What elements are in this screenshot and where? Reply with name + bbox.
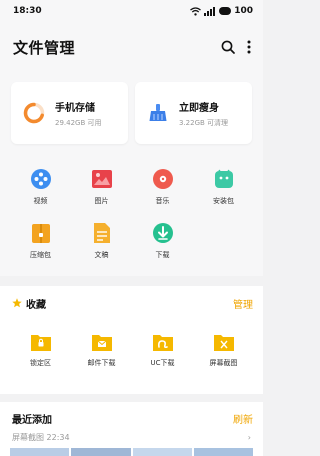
category-label: 音乐 (155, 197, 170, 205)
header-actions (221, 40, 251, 54)
image-icon (91, 170, 112, 188)
favorite-label: 邮件下载 (87, 359, 116, 367)
lock-folder-icon (30, 335, 51, 351)
storage-cards: 手机存储 29.42GB 可用 立即瘦身 3.22GB 可清理 (0, 72, 263, 154)
status-icons: 100 (190, 6, 253, 16)
chevron-right-icon: › (247, 432, 251, 442)
category-music[interactable]: 音乐 (132, 168, 193, 222)
battery-icon (219, 7, 232, 15)
category-grid: 视频 图片 音乐 安装包 压缩包 文稿 下载 (0, 154, 263, 276)
thumbnail[interactable] (132, 448, 192, 456)
favorites-grid: 锁定区 邮件下载 UC下载 屏幕截图 (0, 320, 263, 368)
page-title: 文件管理 (13, 38, 76, 57)
favorite-label: 屏幕截图 (209, 359, 238, 367)
recent-header: 最近添加 刷新 (0, 402, 263, 430)
favorites-section: 收藏 管理 锁定区 邮件下载 UC下载 屏幕截图 (0, 286, 263, 394)
category-document[interactable]: 文稿 (71, 222, 132, 276)
recent-group[interactable]: 屏幕截图 22:34 › (0, 430, 263, 444)
signal-icon (204, 6, 216, 16)
status-time: 18:30 (13, 6, 42, 16)
search-icon[interactable] (221, 40, 235, 54)
cleanup-broom-icon (149, 104, 167, 121)
category-label: 压缩包 (30, 251, 51, 259)
favorites-header: 收藏 管理 (0, 286, 263, 320)
phone-storage-title: 手机存储 (55, 102, 95, 114)
category-label: 安装包 (213, 197, 234, 205)
star-icon (12, 298, 22, 308)
video-icon (30, 169, 51, 189)
category-apk[interactable]: 安装包 (193, 168, 254, 222)
status-bar: 18:30 100 (0, 0, 263, 22)
phone-storage-subtitle: 29.42GB 可用 (55, 118, 102, 127)
category-section: 视频 图片 音乐 安装包 压缩包 文稿 下载 (0, 154, 263, 276)
phone-storage-card[interactable]: 手机存储 29.42GB 可用 (11, 82, 128, 144)
category-label: 文稿 (94, 251, 109, 259)
category-label: 图片 (94, 197, 109, 205)
android-icon (214, 169, 233, 188)
manage-button[interactable]: 管理 (233, 296, 253, 311)
recent-title: 最近添加 (12, 414, 52, 426)
cleanup-subtitle: 3.22GB 可清理 (179, 118, 229, 127)
storage-ring-icon (23, 102, 45, 124)
thumbnail[interactable] (71, 448, 131, 456)
cleanup-title: 立即瘦身 (179, 102, 219, 114)
favorite-label: UC下载 (150, 359, 175, 367)
mail-folder-icon (91, 335, 112, 351)
music-icon (152, 169, 173, 189)
document-icon (93, 223, 110, 243)
favorites-title: 收藏 (12, 296, 46, 311)
recent-thumbnails (0, 444, 263, 456)
category-image[interactable]: 图片 (71, 168, 132, 222)
favorite-locked[interactable]: 锁定区 (10, 332, 71, 368)
favorite-screenshot[interactable]: 屏幕截图 (193, 332, 254, 368)
category-video[interactable]: 视频 (10, 168, 71, 222)
recent-group-label: 屏幕截图 22:34 (12, 432, 70, 442)
download-icon (152, 223, 173, 243)
uc-folder-icon (152, 335, 173, 351)
favorite-label: 锁定区 (30, 359, 51, 367)
thumbnail[interactable] (193, 448, 253, 456)
thumbnail[interactable] (10, 448, 70, 456)
favorite-mail[interactable]: 邮件下载 (71, 332, 132, 368)
screenshot-folder-icon (213, 335, 234, 351)
battery-level: 100 (234, 6, 253, 16)
wifi-icon (190, 6, 202, 16)
app-header: 文件管理 (0, 22, 263, 72)
category-label: 下载 (155, 251, 170, 259)
cleanup-card[interactable]: 立即瘦身 3.22GB 可清理 (135, 82, 252, 144)
refresh-button[interactable]: 刷新 (233, 411, 253, 426)
more-icon[interactable] (247, 40, 251, 54)
category-download[interactable]: 下载 (132, 222, 193, 276)
category-label: 视频 (33, 197, 48, 205)
favorites-title-text: 收藏 (26, 299, 46, 311)
favorite-uc[interactable]: UC下载 (132, 332, 193, 368)
category-archive[interactable]: 压缩包 (10, 222, 71, 276)
recent-section: 最近添加 刷新 屏幕截图 22:34 › (0, 402, 263, 456)
archive-icon (31, 224, 50, 243)
